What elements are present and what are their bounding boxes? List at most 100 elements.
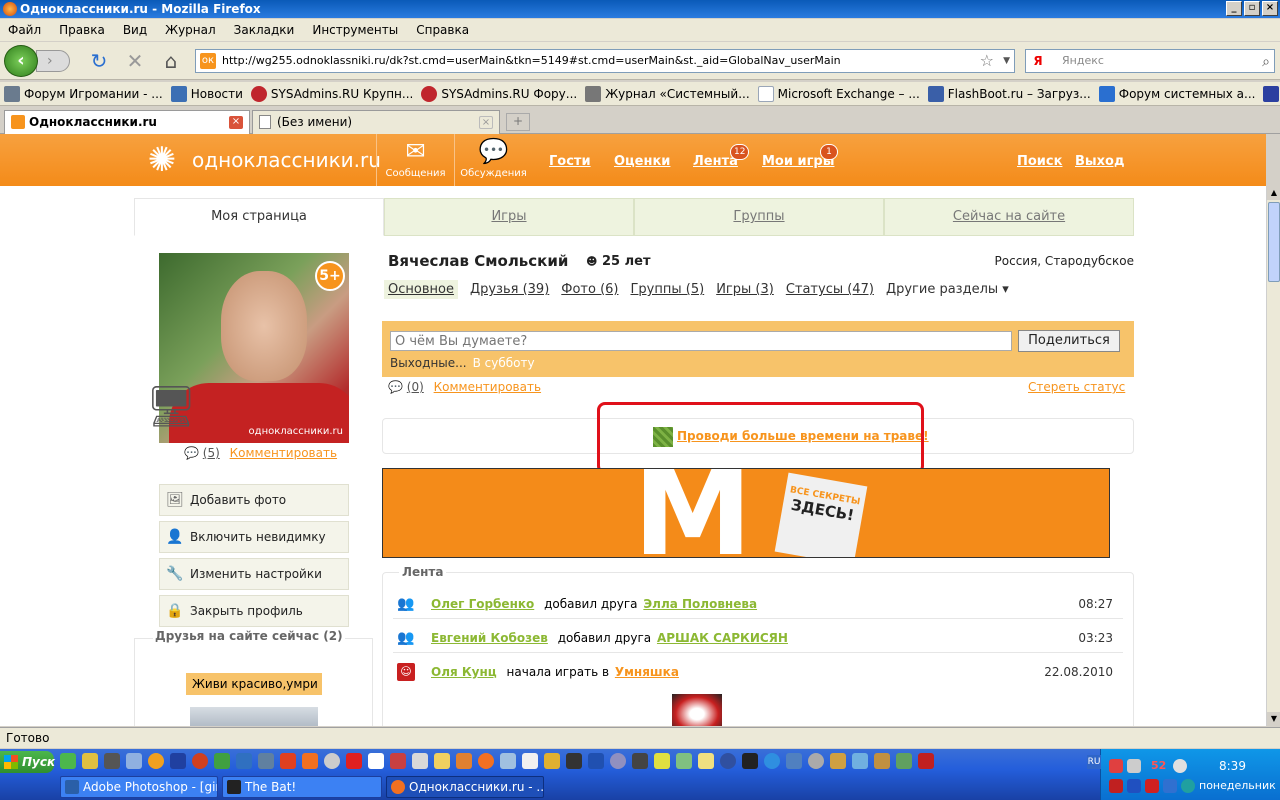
quicklaunch-app-icon[interactable] xyxy=(698,753,714,769)
subnav-other[interactable]: Другие разделы ▾ xyxy=(886,282,1009,299)
tab-close-icon[interactable]: × xyxy=(479,116,493,129)
feed-actor-link[interactable]: Евгений Кобозев xyxy=(431,631,548,645)
subnav-statuses[interactable]: Статусы (47) xyxy=(786,282,874,299)
quicklaunch-app-icon[interactable] xyxy=(60,753,76,769)
ratings-link[interactable]: Оценки xyxy=(614,154,670,169)
subnav-groups[interactable]: Группы (5) xyxy=(631,282,705,299)
quicklaunch-app-icon[interactable] xyxy=(676,753,692,769)
quicklaunch-app-icon[interactable] xyxy=(786,753,802,769)
quicklaunch-app-icon[interactable] xyxy=(720,753,736,769)
feed-target-link[interactable]: Элла Половнева xyxy=(643,597,757,611)
bookmark-item[interactable]: Форум Игромании - ... xyxy=(4,85,163,102)
tray-app-icon[interactable] xyxy=(1127,759,1141,773)
menu-view[interactable]: Вид xyxy=(123,23,147,37)
bookmark-star-icon[interactable]: ☆ xyxy=(980,50,994,72)
quicklaunch-app-icon[interactable] xyxy=(566,753,582,769)
quicklaunch-app-icon[interactable] xyxy=(632,753,648,769)
quicklaunch-app-icon[interactable] xyxy=(830,753,846,769)
stop-icon[interactable]: ✕ xyxy=(124,51,146,73)
site-logo[interactable]: ✺ одноклассники.ru xyxy=(140,140,381,180)
search-box[interactable]: Я Яндекс ⌕ xyxy=(1025,49,1275,73)
quicklaunch-app-icon[interactable] xyxy=(544,753,560,769)
tab-online-now[interactable]: Сейчас на сайте xyxy=(884,198,1134,236)
quicklaunch-app-icon[interactable] xyxy=(324,753,340,769)
menu-bookmarks[interactable]: Закладки xyxy=(234,23,295,37)
quicklaunch-app-icon[interactable] xyxy=(852,753,868,769)
menu-edit[interactable]: Правка xyxy=(59,23,105,37)
back-button[interactable]: ‹ xyxy=(4,45,38,77)
language-indicator[interactable]: RU xyxy=(1087,755,1101,769)
tab-groups[interactable]: Группы xyxy=(634,198,884,236)
scroll-down-icon[interactable]: ▼ xyxy=(1267,712,1280,726)
yandex-icon[interactable]: Я xyxy=(1030,53,1046,69)
close-profile-button[interactable]: 🔒 Закрыть профиль xyxy=(159,595,349,627)
maximize-button[interactable]: ▫ xyxy=(1244,1,1260,16)
quicklaunch-app-icon[interactable] xyxy=(478,753,494,769)
menu-history[interactable]: Журнал xyxy=(165,23,216,37)
quicklaunch-app-icon[interactable] xyxy=(456,753,472,769)
erase-status-link[interactable]: Стереть статус xyxy=(1028,380,1125,394)
close-button[interactable]: × xyxy=(1262,1,1278,16)
quicklaunch-app-icon[interactable] xyxy=(434,753,450,769)
feed-actor-link[interactable]: Оля Кунц xyxy=(431,665,497,679)
tab-untitled[interactable]: (Без имени) × xyxy=(252,110,500,134)
start-button[interactable]: Пуск xyxy=(0,751,55,773)
quicklaunch-app-icon[interactable] xyxy=(236,753,252,769)
bookmark-item[interactable]: microsoft4you xyxy=(1263,85,1280,102)
share-button[interactable]: Поделиться xyxy=(1018,330,1120,352)
home-icon[interactable]: ⌂ xyxy=(160,51,182,73)
scroll-thumb[interactable] xyxy=(1268,202,1280,282)
bookmark-item[interactable]: SYSAdmins.RU Фору... xyxy=(421,85,577,102)
quicklaunch-app-icon[interactable] xyxy=(368,753,384,769)
subnav-photos[interactable]: Фото (6) xyxy=(561,282,618,299)
invisible-mode-button[interactable]: 👤 Включить невидимку xyxy=(159,521,349,553)
feed-target-link[interactable]: АРШАК САРКИСЯН xyxy=(657,631,788,645)
page-scrollbar[interactable]: ▲ ▼ xyxy=(1266,186,1280,726)
status-comments-count[interactable]: (0) xyxy=(407,380,424,394)
discussions-button[interactable]: 💬 Обсуждения xyxy=(454,134,532,186)
minimize-button[interactable]: _ xyxy=(1226,1,1242,16)
quicklaunch-app-icon[interactable] xyxy=(390,753,406,769)
add-photo-button[interactable]: 🖼 Добавить фото xyxy=(159,484,349,516)
url-bar[interactable]: ок http://wg255.odnoklassniki.ru/dk?st.c… xyxy=(195,49,1015,73)
tray-clock[interactable]: 8:39 xyxy=(1219,759,1246,773)
quicklaunch-app-icon[interactable] xyxy=(192,753,208,769)
url-dropdown-icon[interactable]: ▼ xyxy=(1003,50,1010,72)
quicklaunch-app-icon[interactable] xyxy=(654,753,670,769)
quicklaunch-app-icon[interactable] xyxy=(412,753,428,769)
tab-close-icon[interactable]: × xyxy=(229,116,243,129)
photo-comments-count[interactable]: (5) xyxy=(203,446,220,460)
logout-link[interactable]: Выход xyxy=(1075,154,1124,169)
bookmark-item[interactable]: Форум системных а... xyxy=(1098,85,1255,102)
quicklaunch-app-icon[interactable] xyxy=(302,753,318,769)
tray-app-icon[interactable] xyxy=(1109,779,1123,793)
messages-button[interactable]: ✉ Сообщения xyxy=(376,134,454,186)
menu-help[interactable]: Справка xyxy=(416,23,469,37)
ad-banner[interactable]: M ВСЕ СЕКРЕТЫ ЗДЕСЬ! xyxy=(382,468,1110,558)
tray-app-icon[interactable] xyxy=(1163,779,1177,793)
new-tab-button[interactable]: + xyxy=(506,113,530,131)
quicklaunch-app-icon[interactable] xyxy=(918,753,934,769)
status-input[interactable] xyxy=(390,331,1012,351)
task-firefox[interactable]: Одноклассники.ru - ... xyxy=(386,776,544,798)
bookmark-item[interactable]: Microsoft Exchange – ... xyxy=(757,85,920,102)
menu-tools[interactable]: Инструменты xyxy=(312,23,398,37)
guests-link[interactable]: Гости xyxy=(549,154,591,169)
quicklaunch-app-icon[interactable] xyxy=(148,753,164,769)
bookmark-item[interactable]: Новости xyxy=(170,85,243,102)
quicklaunch-app-icon[interactable] xyxy=(214,753,230,769)
quicklaunch-app-icon[interactable] xyxy=(808,753,824,769)
quicklaunch-app-icon[interactable] xyxy=(346,753,362,769)
quicklaunch-app-icon[interactable] xyxy=(258,753,274,769)
quicklaunch-app-icon[interactable] xyxy=(764,753,780,769)
feed-target-link[interactable]: Умняшка xyxy=(615,665,679,679)
task-the-bat[interactable]: The Bat! xyxy=(222,776,382,798)
bookmark-item[interactable]: Журнал «Системный... xyxy=(585,85,750,102)
tray-app-icon[interactable] xyxy=(1127,779,1141,793)
tray-app-icon[interactable] xyxy=(1145,779,1159,793)
quicklaunch-app-icon[interactable] xyxy=(588,753,604,769)
quicklaunch-app-icon[interactable] xyxy=(610,753,626,769)
search-icon[interactable]: ⌕ xyxy=(1262,51,1270,73)
tab-games[interactable]: Игры xyxy=(384,198,634,236)
photo-comment-link[interactable]: Комментировать xyxy=(230,446,337,460)
